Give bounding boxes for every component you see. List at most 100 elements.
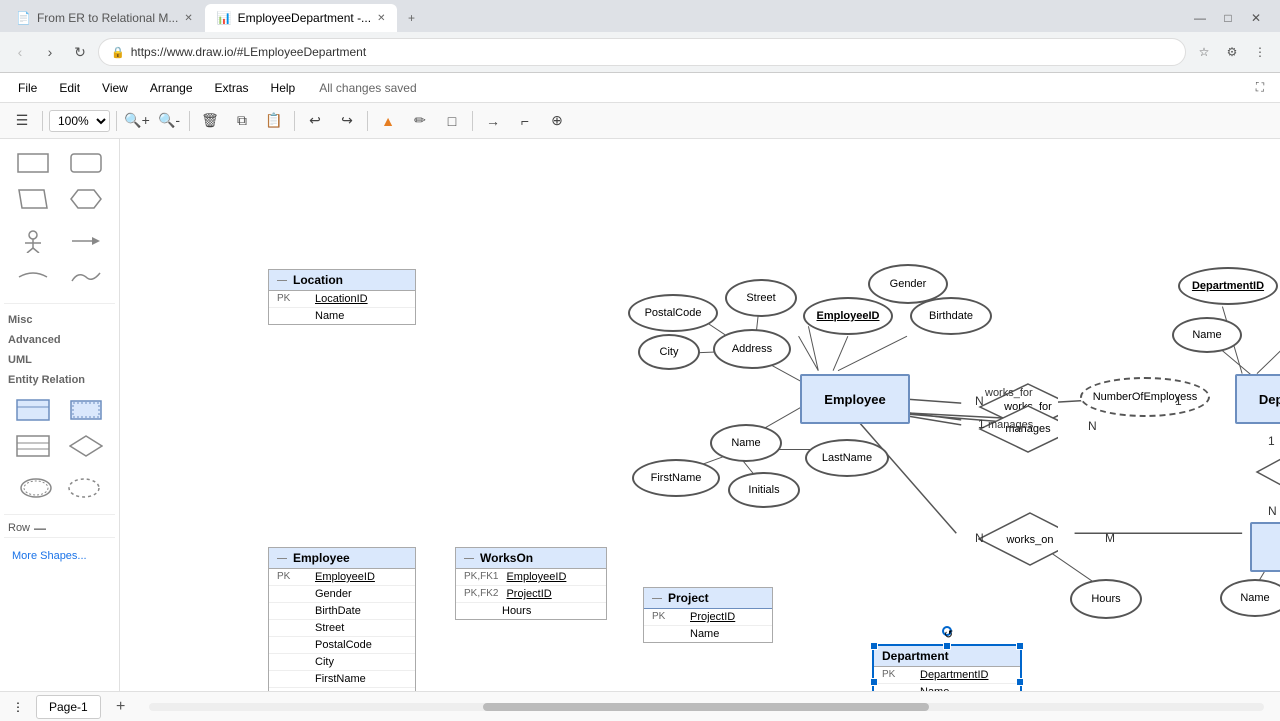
tab-inactive-1[interactable]: 📄 From ER to Relational M... ✕ xyxy=(4,4,205,32)
tab-active[interactable]: 📊 EmployeeDepartment -... ✕ xyxy=(205,4,398,32)
close-window-button[interactable]: ✕ xyxy=(1244,6,1268,30)
shape-rect-1[interactable] xyxy=(8,147,58,179)
employeeid-oval[interactable]: EmployeeID xyxy=(803,297,893,335)
location-table-close[interactable]: — xyxy=(277,275,287,286)
name-dept-oval[interactable]: Name xyxy=(1172,317,1242,353)
er-multi-value-shape[interactable] xyxy=(14,472,58,504)
department-entity[interactable]: Department xyxy=(1235,374,1280,424)
city-oval[interactable]: City xyxy=(638,334,700,370)
table-row: Street xyxy=(269,620,415,637)
shape-hexagon[interactable] xyxy=(62,183,112,215)
address-input[interactable]: 🔒 https://www.draw.io/#LEmployeeDepartme… xyxy=(98,38,1186,66)
fullscreen-icon[interactable]: ⛶ xyxy=(1248,76,1272,100)
employee-table-close[interactable]: — xyxy=(277,553,287,564)
lastname-oval[interactable]: LastName xyxy=(805,439,889,477)
forward-button[interactable]: › xyxy=(38,40,62,64)
menu-icon[interactable]: ⋮ xyxy=(1248,40,1272,64)
shape-parallelogram[interactable] xyxy=(8,183,58,215)
tab-close-1[interactable]: ✕ xyxy=(184,13,192,24)
firstname-oval[interactable]: FirstName xyxy=(632,459,720,497)
employee-entity[interactable]: Employee xyxy=(800,374,910,424)
handle-tl[interactable] xyxy=(870,642,878,650)
fill-color-btn[interactable]: ▲ xyxy=(374,107,402,135)
street-oval[interactable]: Street xyxy=(725,279,797,317)
hours-oval[interactable]: Hours xyxy=(1070,579,1142,619)
menu-edit[interactable]: Edit xyxy=(49,77,90,99)
works-on-diamond[interactable]: works_on xyxy=(978,514,1058,564)
controls-diamond[interactable]: controls xyxy=(1255,447,1280,497)
tab-favicon-1: 📄 xyxy=(16,11,31,25)
line-color-btn[interactable]: ✏ xyxy=(406,107,434,135)
back-button[interactable]: ‹ xyxy=(8,40,32,64)
shape-rect-icon-1 xyxy=(15,151,51,175)
shadow-btn[interactable]: □ xyxy=(438,107,466,135)
department-table[interactable]: Department PK DepartmentID Name FK Locat… xyxy=(872,644,1022,691)
insert-btn[interactable]: ⊕ xyxy=(543,107,571,135)
menu-help[interactable]: Help xyxy=(261,77,306,99)
menu-file[interactable]: File xyxy=(8,77,47,99)
page-1-tab[interactable]: Page-1 xyxy=(36,695,101,719)
er-weak-entity-shape[interactable] xyxy=(62,394,112,426)
handle-mr[interactable] xyxy=(1016,678,1024,686)
zoom-select[interactable]: 100% 75% 50% 150% xyxy=(49,110,110,132)
birthdate-oval[interactable]: Birthdate xyxy=(910,297,992,335)
maximize-button[interactable]: □ xyxy=(1216,6,1240,30)
handle-tr[interactable] xyxy=(1016,642,1024,650)
new-tab-button[interactable]: + xyxy=(397,4,425,32)
shape-curve[interactable] xyxy=(8,261,58,293)
shape-freehand[interactable] xyxy=(62,261,112,293)
er-entity-shape[interactable] xyxy=(8,394,58,426)
name-emp-oval[interactable]: Name xyxy=(710,424,782,462)
duplicate-btn[interactable]: ⧉ xyxy=(228,107,256,135)
project-table-close[interactable]: — xyxy=(652,593,662,604)
address-oval[interactable]: Address xyxy=(713,329,791,369)
connection-btn[interactable]: → xyxy=(479,107,507,135)
minimize-button[interactable]: — xyxy=(1188,6,1212,30)
canvas[interactable]: Employee Department Project Gender Emplo… xyxy=(120,139,1280,691)
zoom-out-btn[interactable]: 🔍- xyxy=(155,107,183,135)
rotation-handle[interactable]: ↺ xyxy=(942,626,952,636)
name-proj-oval[interactable]: Name xyxy=(1220,579,1280,617)
er-derived-shape[interactable] xyxy=(62,472,106,504)
deptid-oval[interactable]: DepartmentID xyxy=(1178,267,1278,305)
menu-view[interactable]: View xyxy=(92,77,138,99)
project-entity[interactable]: Project xyxy=(1250,522,1280,572)
delete-btn[interactable]: 🗑 xyxy=(196,107,224,135)
more-shapes-btn[interactable]: More Shapes... xyxy=(8,546,111,566)
add-page-btn[interactable]: + xyxy=(109,695,133,719)
location-table[interactable]: — Location PK LocationID Name xyxy=(268,269,416,325)
horizontal-scrollbar[interactable] xyxy=(149,703,1264,711)
extensions-icon[interactable]: ⚙ xyxy=(1220,40,1244,64)
page-settings-icon[interactable]: ⋮ xyxy=(8,700,28,714)
menu-extras[interactable]: Extras xyxy=(205,77,259,99)
project-table[interactable]: — Project PK ProjectID Name xyxy=(643,587,773,643)
menu-arrange[interactable]: Arrange xyxy=(140,77,203,99)
postalcode-oval[interactable]: PostalCode xyxy=(628,294,718,332)
scrollbar-thumb[interactable] xyxy=(483,703,929,711)
refresh-button[interactable]: ↻ xyxy=(68,40,92,64)
table-row: Name xyxy=(874,684,1020,691)
handle-ml[interactable] xyxy=(870,678,878,686)
shape-arrow[interactable] xyxy=(62,225,112,257)
zoom-in-btn[interactable]: 🔍+ xyxy=(123,107,151,135)
workson-table-close[interactable]: — xyxy=(464,553,474,564)
tab-close-2[interactable]: ✕ xyxy=(377,13,385,24)
row-icon: — xyxy=(34,521,46,535)
shape-rect-2[interactable] xyxy=(62,147,112,179)
bookmarks-icon[interactable]: ☆ xyxy=(1192,40,1216,64)
er-relation-shape[interactable] xyxy=(62,430,112,462)
initials-oval[interactable]: Initials xyxy=(728,472,800,508)
undo-btn[interactable]: ↩ xyxy=(301,107,329,135)
numemployees-oval[interactable]: NumberOfEmployess xyxy=(1080,377,1210,417)
sidebar-toggle-btn[interactable]: ☰ xyxy=(8,107,36,135)
redo-btn[interactable]: ↪ xyxy=(333,107,361,135)
handle-tm[interactable] xyxy=(943,642,951,650)
waypoint-btn[interactable]: ⌐ xyxy=(511,107,539,135)
er-table-shape[interactable] xyxy=(8,430,58,462)
table-row: Hours xyxy=(456,603,606,619)
workson-table[interactable]: — WorksOn PK,FK1 EmployeeID PK,FK2 Proje… xyxy=(455,547,607,620)
employee-table[interactable]: — Employee PK EmployeeID Gender BirthDat… xyxy=(268,547,416,691)
shape-actor[interactable] xyxy=(8,225,58,257)
name-field: Name xyxy=(315,310,344,322)
copy-btn[interactable]: 📋 xyxy=(260,107,288,135)
